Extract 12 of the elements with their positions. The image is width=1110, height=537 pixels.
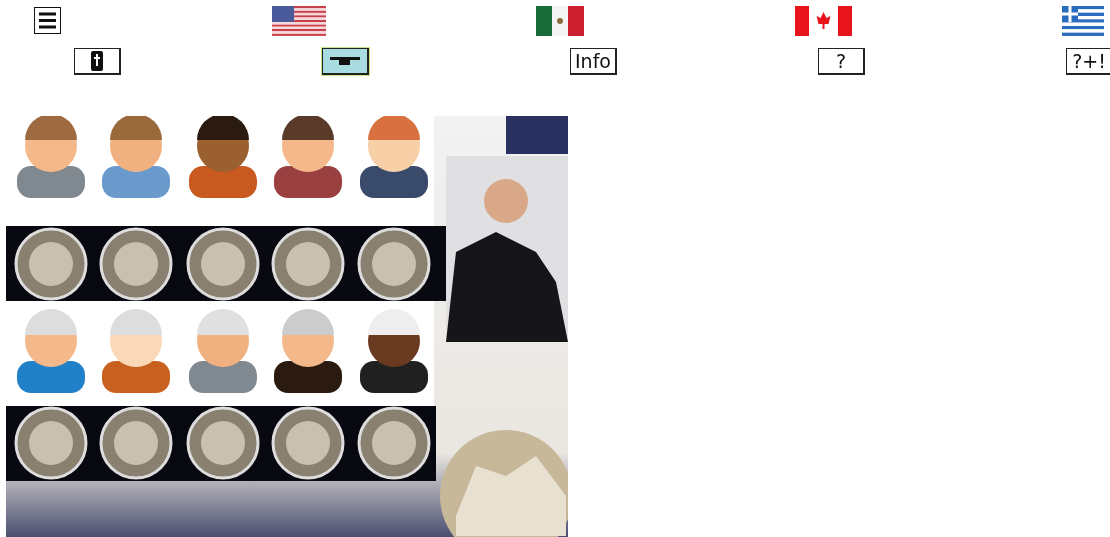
icon-button[interactable] (74, 48, 121, 75)
text-button[interactable]: ?+! (1066, 48, 1110, 75)
book-cross-icon (90, 51, 104, 71)
us-flag-icon[interactable] (271, 5, 326, 36)
mexico-flag-icon[interactable] (536, 5, 584, 36)
text-button[interactable]: Info (570, 48, 617, 75)
icon-button[interactable] (322, 48, 369, 75)
graduation-cap-icon (330, 56, 360, 66)
menu-icon[interactable] (34, 7, 61, 34)
greece-flag-icon[interactable] (1062, 5, 1104, 36)
text-button[interactable]: ? (818, 48, 865, 75)
canada-flag-icon[interactable] (794, 5, 852, 36)
